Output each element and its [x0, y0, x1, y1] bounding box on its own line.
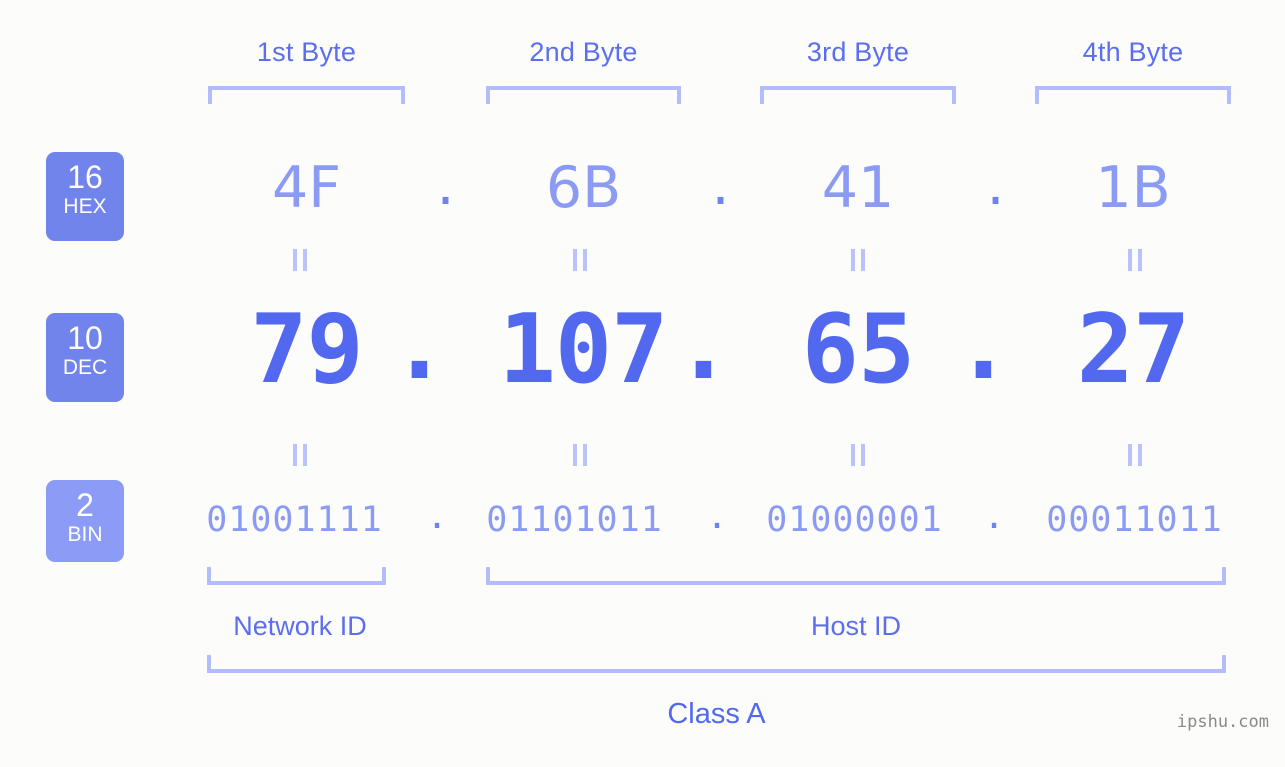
- base-badge-hex: 16 HEX: [46, 152, 124, 241]
- network-id-bracket: [207, 567, 386, 585]
- byte-bracket-2: [486, 86, 681, 104]
- base-badge-bin: 2 BIN: [46, 480, 124, 562]
- hex-octet-4: 1B: [1095, 155, 1171, 221]
- base-badge-dec-name: DEC: [62, 356, 108, 379]
- dec-separator-2: .: [674, 291, 732, 401]
- byte-bracket-4: [1035, 86, 1231, 104]
- dec-octet-4: 27: [1076, 295, 1190, 405]
- base-badge-bin-name: BIN: [67, 523, 103, 546]
- equals-icon-dec-4: [1122, 444, 1148, 466]
- byte-bracket-1: [208, 86, 405, 104]
- equals-icon-hex-3: [845, 249, 871, 271]
- equals-icon-dec-1: [287, 444, 313, 466]
- bin-octet-4: 00011011: [1046, 500, 1223, 540]
- bin-octet-1: 01001111: [206, 500, 383, 540]
- byte-header-3: 3rd Byte: [806, 37, 910, 67]
- host-id-label: Host ID: [810, 611, 902, 641]
- site-watermark: ipshu.com: [1176, 712, 1269, 732]
- base-badge-dec-number: 10: [67, 320, 103, 356]
- equals-icon-hex-1: [287, 249, 313, 271]
- bin-separator-1: .: [426, 497, 449, 537]
- hex-octet-1: 4F: [271, 155, 342, 221]
- bin-separator-3: .: [983, 497, 1006, 537]
- hex-octet-2: 6B: [545, 155, 622, 221]
- byte-header-4: 4th Byte: [1082, 37, 1184, 67]
- class-bracket: [207, 655, 1226, 673]
- ip-address-breakdown-diagram: 1st Byte 2nd Byte 3rd Byte 4th Byte 16 H…: [0, 0, 1285, 767]
- dec-separator-1: .: [390, 291, 448, 401]
- base-badge-hex-number: 16: [67, 159, 103, 195]
- hex-separator-1: .: [436, 152, 455, 218]
- base-badge-dec: 10 DEC: [46, 313, 124, 402]
- base-badge-hex-name: HEX: [63, 195, 107, 218]
- base-badge-bin-number: 2: [76, 487, 94, 523]
- network-id-label: Network ID: [233, 611, 367, 641]
- bin-octet-2: 01101011: [486, 500, 663, 540]
- equals-icon-dec-2: [567, 444, 593, 466]
- hex-separator-2: .: [711, 152, 730, 218]
- hex-octet-3: 41: [821, 155, 895, 221]
- byte-bracket-3: [760, 86, 956, 104]
- class-label: Class A: [667, 698, 766, 730]
- dec-separator-3: .: [954, 291, 1012, 401]
- host-id-bracket: [486, 567, 1226, 585]
- dec-octet-1: 79: [250, 295, 363, 405]
- hex-separator-3: .: [986, 152, 1005, 218]
- byte-header-1: 1st Byte: [256, 37, 357, 67]
- dec-octet-2: 107: [498, 295, 669, 405]
- bin-octet-3: 01000001: [766, 500, 943, 540]
- equals-icon-dec-3: [845, 444, 871, 466]
- dec-octet-3: 65: [801, 295, 915, 405]
- equals-icon-hex-2: [567, 249, 593, 271]
- bin-separator-2: .: [706, 497, 729, 537]
- equals-icon-hex-4: [1122, 249, 1148, 271]
- byte-header-2: 2nd Byte: [529, 37, 638, 67]
